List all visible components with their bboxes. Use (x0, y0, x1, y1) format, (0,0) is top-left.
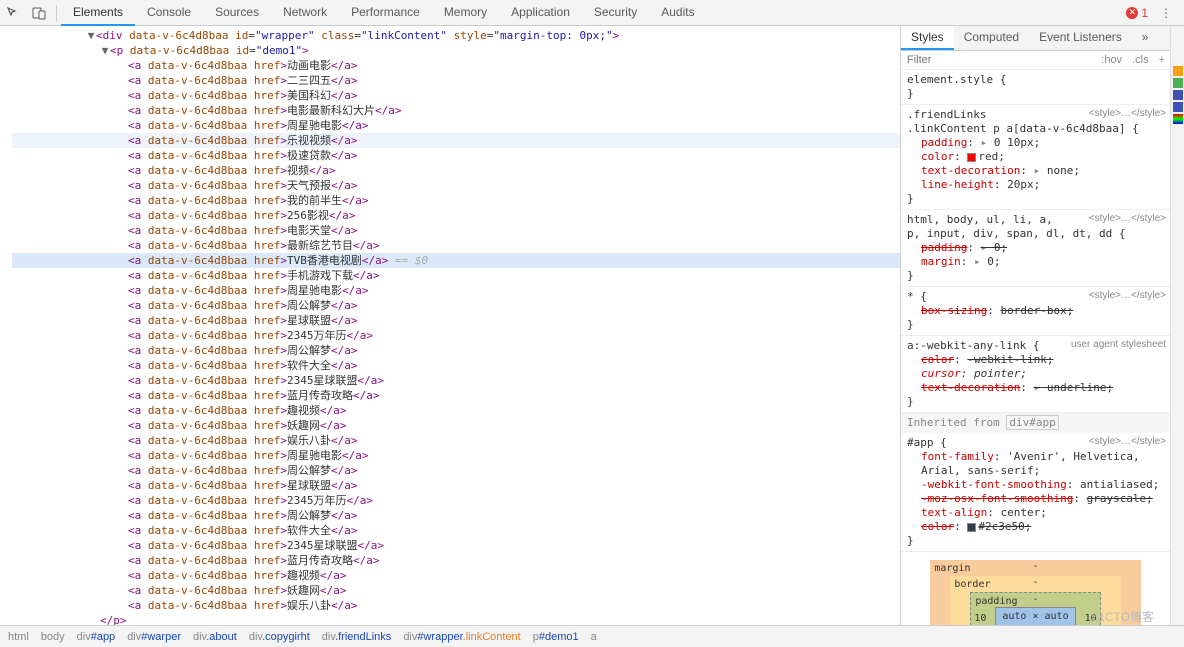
tab-network[interactable]: Network (271, 0, 339, 26)
dom-node[interactable]: <a data-v-6c4d8baa href>256影视</a> (12, 208, 900, 223)
breadcrumb-item[interactable]: html (8, 631, 29, 643)
breadcrumb-item[interactable]: div.about (193, 631, 237, 643)
tab-console[interactable]: Console (135, 0, 203, 26)
inspect-icon[interactable] (0, 0, 26, 26)
cls-toggle[interactable]: .cls (1127, 51, 1154, 69)
main-area: ▼<div data-v-6c4d8baa id="wrapper" class… (0, 26, 1184, 625)
dom-node[interactable]: </p> (12, 613, 900, 625)
dom-node[interactable]: <a data-v-6c4d8baa href>星球联盟</a> (12, 313, 900, 328)
toolbar-right: ✕1 ⋮ (1120, 6, 1184, 20)
dom-node[interactable]: <a data-v-6c4d8baa href>娱乐八卦</a> (12, 598, 900, 613)
dom-node[interactable]: ▼<div data-v-6c4d8baa id="wrapper" class… (12, 28, 900, 43)
dom-node[interactable]: <a data-v-6c4d8baa href>周公解梦</a> (12, 298, 900, 313)
dom-node[interactable]: <a data-v-6c4d8baa href>妖趣网</a> (12, 418, 900, 433)
breadcrumb-item[interactable]: a (591, 631, 597, 643)
dom-node[interactable]: <a data-v-6c4d8baa href>趣视频</a> (12, 568, 900, 583)
css-rule[interactable]: element.style {} (901, 70, 1170, 105)
tab-security[interactable]: Security (582, 0, 649, 26)
styles-tabs: StylesComputedEvent Listeners» (901, 26, 1170, 51)
box-model: margin-border-padding-1010auto × auto (901, 552, 1170, 625)
dom-node[interactable]: <a data-v-6c4d8baa href>电影天堂</a> (12, 223, 900, 238)
dom-node[interactable]: <a data-v-6c4d8baa href>2345星球联盟</a> (12, 538, 900, 553)
styles-tab-styles[interactable]: Styles (901, 26, 954, 50)
styles-tabs-overflow[interactable]: » (1132, 26, 1159, 50)
dom-node[interactable]: <a data-v-6c4d8baa href>视频</a> (12, 163, 900, 178)
dom-node[interactable]: <a data-v-6c4d8baa href>星球联盟</a> (12, 478, 900, 493)
dom-node[interactable]: <a data-v-6c4d8baa href>电影最新科幻大片</a> (12, 103, 900, 118)
dom-node[interactable]: <a data-v-6c4d8baa href>TVB香港电视剧</a> == … (12, 253, 900, 268)
dom-node[interactable]: <a data-v-6c4d8baa href>美国科幻</a> (12, 88, 900, 103)
breadcrumb-item[interactable]: div.copygirht (249, 631, 310, 643)
styles-tab-computed[interactable]: Computed (954, 26, 1029, 50)
css-rule[interactable]: <style>…</style>* {box-sizing: border-bo… (901, 287, 1170, 336)
breadcrumb-item[interactable]: div#wrapper.linkContent (403, 631, 520, 643)
dom-node[interactable]: <a data-v-6c4d8baa href>软件大全</a> (12, 358, 900, 373)
breadcrumb-item[interactable]: body (41, 631, 65, 643)
dom-node[interactable]: <a data-v-6c4d8baa href>周星驰电影</a> (12, 118, 900, 133)
dom-node[interactable]: <a data-v-6c4d8baa href>周星驰电影</a> (12, 448, 900, 463)
dom-node[interactable]: <a data-v-6c4d8baa href>蓝月传奇攻略</a> (12, 553, 900, 568)
gutter (0, 26, 12, 625)
dom-node[interactable]: <a data-v-6c4d8baa href>2345星球联盟</a> (12, 373, 900, 388)
dom-node[interactable]: <a data-v-6c4d8baa href>软件大全</a> (12, 523, 900, 538)
dom-node[interactable]: <a data-v-6c4d8baa href>娱乐八卦</a> (12, 433, 900, 448)
dom-node[interactable]: <a data-v-6c4d8baa href>极速贷款</a> (12, 148, 900, 163)
dom-node[interactable]: <a data-v-6c4d8baa href>天气预报</a> (12, 178, 900, 193)
tab-application[interactable]: Application (499, 0, 582, 26)
breadcrumb-item[interactable]: div.friendLinks (322, 631, 392, 643)
inherited-from: Inherited from div#app (901, 413, 1170, 433)
dom-node[interactable]: <a data-v-6c4d8baa href>趣视频</a> (12, 403, 900, 418)
tab-elements[interactable]: Elements (61, 0, 135, 26)
error-count[interactable]: ✕1 (1120, 6, 1154, 20)
tab-audits[interactable]: Audits (649, 0, 706, 26)
dom-node[interactable]: <a data-v-6c4d8baa href>蓝月传奇攻略</a> (12, 388, 900, 403)
elements-tree[interactable]: ▼<div data-v-6c4d8baa id="wrapper" class… (12, 26, 900, 625)
error-number: 1 (1141, 6, 1148, 20)
dom-node[interactable]: <a data-v-6c4d8baa href>2345万年历</a> (12, 328, 900, 343)
dom-node[interactable]: <a data-v-6c4d8baa href>动画电影</a> (12, 58, 900, 73)
devtools-window: ElementsConsoleSourcesNetworkPerformance… (0, 0, 1184, 647)
dom-node[interactable]: <a data-v-6c4d8baa href>乐视视频</a> (12, 133, 900, 148)
styles-body[interactable]: element.style {}<style>…</style>.friendL… (901, 70, 1170, 625)
dom-node[interactable]: <a data-v-6c4d8baa href>周公解梦</a> (12, 508, 900, 523)
dom-node[interactable]: <a data-v-6c4d8baa href>2345万年历</a> (12, 493, 900, 508)
hov-toggle[interactable]: :hov (1096, 51, 1127, 69)
css-rule[interactable]: <style>…</style>html, body, ul, li, a,p,… (901, 210, 1170, 287)
dom-node[interactable]: <a data-v-6c4d8baa href>最新综艺节目</a> (12, 238, 900, 253)
coverage-strip (1170, 26, 1184, 625)
dom-node[interactable]: <a data-v-6c4d8baa href>周星驰电影</a> (12, 283, 900, 298)
dom-node[interactable]: <a data-v-6c4d8baa href>手机游戏下载</a> (12, 268, 900, 283)
css-rule[interactable]: <style>…</style>.friendLinks.linkContent… (901, 105, 1170, 210)
more-icon[interactable]: ⋮ (1154, 6, 1178, 20)
styles-filter-input[interactable] (901, 51, 1096, 69)
breadcrumb-item[interactable]: div#warper (127, 631, 181, 643)
dom-node[interactable]: <a data-v-6c4d8baa href>周公解梦</a> (12, 463, 900, 478)
toolbar-left: ElementsConsoleSourcesNetworkPerformance… (0, 0, 707, 26)
tab-memory[interactable]: Memory (432, 0, 499, 26)
css-rule[interactable]: user agent stylesheeta:-webkit-any-link … (901, 336, 1170, 413)
styles-tab-event-listeners[interactable]: Event Listeners (1029, 26, 1132, 50)
dom-node[interactable]: <a data-v-6c4d8baa href>妖趣网</a> (12, 583, 900, 598)
styles-panel: StylesComputedEvent Listeners» :hov .cls… (900, 26, 1170, 625)
dom-node[interactable]: <a data-v-6c4d8baa href>二三四五</a> (12, 73, 900, 88)
device-icon[interactable] (26, 0, 52, 26)
main-toolbar: ElementsConsoleSourcesNetworkPerformance… (0, 0, 1184, 26)
dom-node[interactable]: <a data-v-6c4d8baa href>周公解梦</a> (12, 343, 900, 358)
breadcrumb-item[interactable]: div#app (77, 631, 116, 643)
breadcrumb-bar: html body div#app div#warper div.about div.co… (0, 625, 1184, 647)
tab-sources[interactable]: Sources (203, 0, 271, 26)
tab-performance[interactable]: Performance (339, 0, 432, 26)
breadcrumb-item[interactable]: p#demo1 (533, 631, 579, 643)
dom-node[interactable]: ▼<p data-v-6c4d8baa id="demo1"> (12, 43, 900, 58)
divider (56, 5, 57, 21)
dom-node[interactable]: <a data-v-6c4d8baa href>我的前半生</a> (12, 193, 900, 208)
css-rule[interactable]: <style>…</style>#app {font-family: 'Aven… (901, 433, 1170, 552)
add-rule-icon[interactable]: + (1154, 51, 1170, 69)
styles-filter-bar: :hov .cls + (901, 51, 1170, 70)
panel-tabs: ElementsConsoleSourcesNetworkPerformance… (61, 0, 707, 26)
